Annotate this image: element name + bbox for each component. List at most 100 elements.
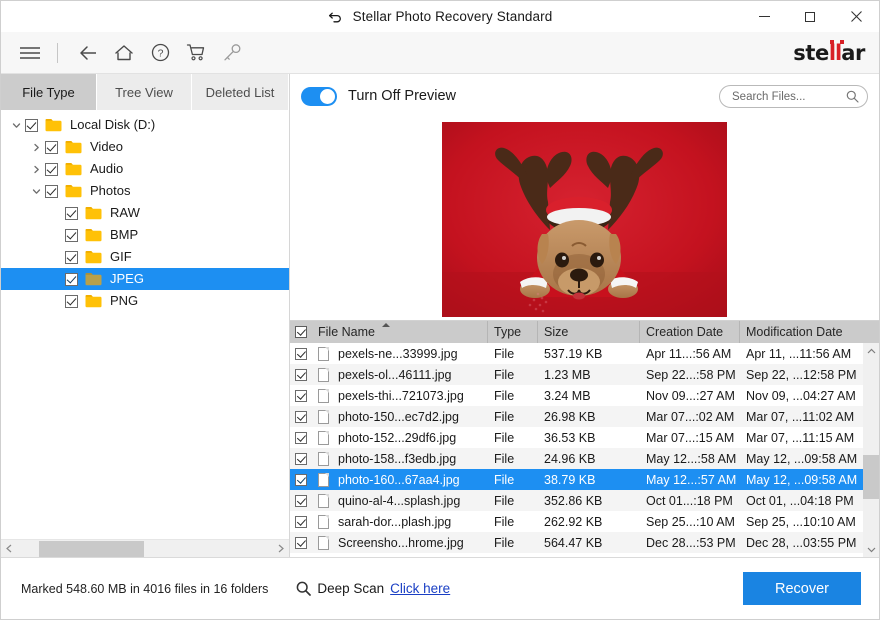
tree-item-photos[interactable]: Photos [1,180,289,202]
table-row[interactable]: Screensho...hrome.jpg File 564.47 KB Dec 28… [290,532,863,553]
table-row[interactable]: photo-160...67aa4.jpg File 38.79 KB May 12.… [290,469,863,490]
chevron-right-icon[interactable] [27,158,45,180]
search-icon[interactable] [846,90,859,103]
tree-item-checkbox[interactable] [25,118,38,132]
chevron-down-icon[interactable] [7,114,25,136]
tree-item-local-disk-d[interactable]: Local Disk (D:) [1,114,289,136]
select-all-checkbox[interactable] [295,326,307,338]
column-header-type[interactable]: Type [488,321,538,343]
row-checkbox[interactable] [295,515,307,528]
row-checkbox-cell[interactable] [290,431,312,444]
deep-scan-link[interactable]: Click here [390,581,450,596]
table-row[interactable]: quino-al-4...splash.jpg File 352.86 KB Oct … [290,490,863,511]
close-button[interactable] [833,1,879,32]
help-icon[interactable]: ? [145,38,175,68]
table-row[interactable]: photo-158...f3edb.jpg File 24.96 KB May 12.… [290,448,863,469]
tree-item-checkbox[interactable] [65,206,78,220]
key-icon[interactable] [217,38,247,68]
preview-toggle-label: Turn Off Preview [348,88,456,104]
tree-item-checkbox[interactable] [45,140,58,154]
tree-item-checkbox[interactable] [65,294,78,308]
hscroll-thumb[interactable] [39,540,144,557]
row-checkbox[interactable] [295,473,307,486]
tree-item-video[interactable]: Video [1,136,289,158]
row-checkbox[interactable] [295,494,307,507]
column-header-creation-date[interactable]: Creation Date [640,321,740,343]
row-checkbox-cell[interactable] [290,515,312,528]
preview-toggle[interactable] [301,86,337,106]
file-icon [318,430,329,445]
row-checkbox[interactable] [295,536,307,549]
column-label-file-name: File Name [318,325,375,339]
toggle-knob [320,88,335,104]
tree-item-checkbox[interactable] [65,250,78,264]
row-checkbox[interactable] [295,347,307,360]
tree-horizontal-scrollbar[interactable] [1,539,289,558]
tree-item-checkbox[interactable] [65,272,78,286]
cart-icon[interactable] [181,38,211,68]
row-checkbox-cell[interactable] [290,368,312,381]
table-row[interactable]: photo-152...29df6.jpg File 36.53 KB Mar 07.… [290,427,863,448]
tab-tree-view[interactable]: Tree View [97,74,192,110]
table-vertical-scrollbar[interactable] [863,343,879,558]
home-icon[interactable] [109,38,139,68]
vscroll-thumb[interactable] [863,455,879,499]
file-name-label: photo-158...f3edb.jpg [338,451,457,466]
tree-item-checkbox[interactable] [45,162,58,176]
tab-deleted-list[interactable]: Deleted List [192,74,289,110]
scroll-right-icon[interactable] [272,540,289,558]
row-checkbox[interactable] [295,389,307,402]
folder-icon [85,250,102,264]
tree-item-checkbox[interactable] [65,228,78,242]
row-checkbox-cell[interactable] [290,452,312,465]
table-row[interactable]: pexels-ol...46111.jpg File 1.23 MB Sep 22..… [290,364,863,385]
folder-icon [65,162,82,176]
table-row[interactable]: photo-150...ec7d2.jpg File 26.98 KB Mar 07.… [290,406,863,427]
row-checkbox[interactable] [295,368,307,381]
tab-file-type[interactable]: File Type [1,74,97,110]
application-window: Stellar Photo Recovery Standard ? ste ll… [0,0,880,620]
table-row[interactable]: sarah-dor...plash.jpg File 262.92 KB Sep 25… [290,511,863,532]
column-header-file-name[interactable]: File Name [312,321,488,343]
file-icon [318,535,329,550]
maximize-button[interactable] [787,1,833,32]
chevron-down-icon[interactable] [27,180,45,202]
row-checkbox-cell[interactable] [290,410,312,423]
table-row[interactable]: pexels-thi...721073.jpg File 3.24 MB Nov 09… [290,385,863,406]
chevron-right-icon[interactable] [27,136,45,158]
row-checkbox-cell[interactable] [290,473,312,486]
tree-item-audio[interactable]: Audio [1,158,289,180]
scroll-left-icon[interactable] [1,540,18,558]
tree-item-checkbox[interactable] [45,184,58,198]
search-input[interactable] [732,90,846,103]
column-header-modification-date[interactable]: Modification Date [740,321,859,343]
recover-button[interactable]: Recover [743,572,861,605]
row-checkbox-cell[interactable] [290,347,312,360]
tree-item-jpeg[interactable]: JPEG [1,268,289,290]
row-checkbox-cell[interactable] [290,536,312,549]
scroll-up-icon[interactable] [863,343,879,360]
select-all-header[interactable] [290,321,312,343]
tree-item-raw[interactable]: RAW [1,202,289,224]
row-checkbox-cell[interactable] [290,389,312,402]
minimize-button[interactable] [741,1,787,32]
row-checkbox-cell[interactable] [290,494,312,507]
row-checkbox[interactable] [295,410,307,423]
scroll-down-icon[interactable] [863,541,879,558]
back-arrow-icon[interactable] [73,38,103,68]
search-box[interactable] [719,85,868,108]
row-checkbox[interactable] [295,452,307,465]
row-checkbox[interactable] [295,431,307,444]
column-header-size[interactable]: Size [538,321,640,343]
hscroll-track[interactable] [18,539,272,558]
cell-size: 537.19 KB [544,346,603,361]
tree-item-png[interactable]: PNG [1,290,289,312]
cell-modification-date: Sep 22, ...12:58 PM [746,367,857,382]
tree-item-gif[interactable]: GIF [1,246,289,268]
cell-file-name: sarah-dor...plash.jpg [312,514,488,529]
stellar-logo: ste llar [793,39,865,65]
tree-item-bmp[interactable]: BMP [1,224,289,246]
menu-icon[interactable] [15,38,45,68]
left-pane-tabs: File Type Tree View Deleted List [1,74,289,110]
table-row[interactable]: pexels-ne...33999.jpg File 537.19 KB Apr 11… [290,343,863,364]
